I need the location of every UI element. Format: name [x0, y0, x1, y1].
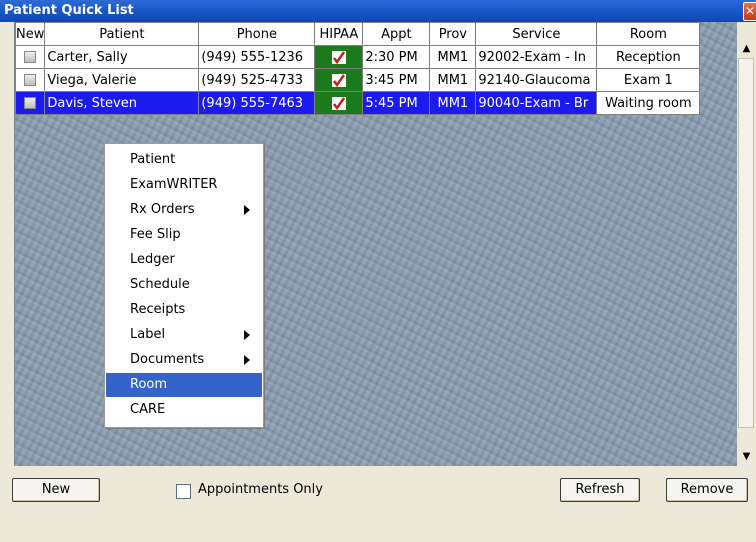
menu-item-schedule[interactable]: Schedule	[106, 273, 262, 297]
menu-item-label: Rx Orders	[130, 202, 195, 217]
arrow-down-icon[interactable]: ▼	[737, 448, 756, 466]
menu-item-care[interactable]: CARE	[106, 398, 262, 422]
appt-cell[interactable]: 2:30 PM	[362, 45, 431, 69]
table-row-selected[interactable]: Davis, Steven (949) 555-7463 5:45 PM MM1…	[15, 91, 701, 115]
column-header-room[interactable]: Room	[596, 22, 701, 46]
appt-cell[interactable]: 3:45 PM	[362, 68, 431, 92]
column-header-appt[interactable]: Appt	[362, 22, 431, 46]
check-icon	[331, 73, 346, 87]
check-icon	[331, 50, 346, 64]
column-header-new[interactable]: New	[15, 22, 46, 46]
chevron-right-icon	[244, 355, 250, 365]
check-icon	[331, 96, 346, 110]
window-title: Patient Quick List	[4, 3, 134, 18]
close-icon[interactable]: ✕	[743, 2, 756, 21]
table-header-row: New Patient Phone HIPAA Appt Prov Servic…	[15, 22, 701, 46]
table-row[interactable]: Viega, Valerie (949) 525-4733 3:45 PM MM…	[15, 68, 701, 92]
title-bar[interactable]: Patient Quick List ✕	[0, 0, 756, 22]
phone-cell[interactable]: (949) 555-1236	[198, 45, 316, 69]
menu-item-fee-slip[interactable]: Fee Slip	[106, 223, 262, 247]
menu-item-label: Label	[130, 327, 166, 342]
refresh-button[interactable]: Refresh	[560, 478, 640, 502]
hipaa-cell[interactable]	[314, 45, 364, 69]
menu-item-label: Patient	[130, 152, 176, 167]
bottom-toolbar: New Appointments Only Refresh Remove	[0, 466, 756, 542]
menu-item-label: Receipts	[130, 302, 186, 317]
column-header-patient[interactable]: Patient	[44, 22, 200, 46]
menu-item-rx-orders[interactable]: Rx Orders	[106, 198, 262, 222]
new-checkbox[interactable]	[24, 74, 37, 86]
room-cell[interactable]: Reception	[596, 45, 701, 69]
column-header-hipaa[interactable]: HIPAA	[314, 22, 364, 46]
menu-item-label: Schedule	[130, 277, 190, 292]
prov-cell[interactable]: MM1	[429, 45, 477, 69]
prov-cell[interactable]: MM1	[429, 91, 477, 115]
service-cell[interactable]: 92002-Exam - In	[475, 45, 598, 69]
arrow-up-icon[interactable]: ▲	[737, 40, 756, 58]
menu-item-receipts[interactable]: Receipts	[106, 298, 262, 322]
hipaa-cell[interactable]	[314, 68, 364, 92]
column-header-service[interactable]: Service	[475, 22, 598, 46]
chevron-right-icon	[244, 330, 250, 340]
appointments-only-label: Appointments Only	[198, 482, 323, 497]
patient-cell[interactable]: Carter, Sally	[44, 45, 200, 69]
service-cell[interactable]: 90040-Exam - Br	[475, 91, 598, 115]
column-header-prov[interactable]: Prov	[429, 22, 477, 46]
patient-table: New Patient Phone HIPAA Appt Prov Servic…	[15, 22, 701, 115]
patient-cell[interactable]: Viega, Valerie	[44, 68, 200, 92]
context-menu: Patient ExamWRITER Rx Orders Fee Slip Le…	[104, 143, 264, 428]
new-button[interactable]: New	[12, 478, 100, 502]
vertical-scrollbar[interactable]: ▲ ▼	[737, 40, 756, 466]
menu-item-documents[interactable]: Documents	[106, 348, 262, 372]
menu-item-label: Ledger	[130, 252, 175, 267]
new-checkbox[interactable]	[24, 97, 37, 109]
chevron-right-icon	[244, 205, 250, 215]
menu-item-ledger[interactable]: Ledger	[106, 248, 262, 272]
patient-cell[interactable]: Davis, Steven	[44, 91, 200, 115]
menu-item-label: Documents	[130, 352, 205, 367]
scroll-thumb[interactable]	[738, 58, 754, 428]
remove-button[interactable]: Remove	[666, 478, 748, 502]
hipaa-cell[interactable]	[314, 91, 364, 115]
room-cell[interactable]: Exam 1	[596, 68, 701, 92]
phone-cell[interactable]: (949) 525-4733	[198, 68, 316, 92]
new-cell[interactable]	[15, 45, 46, 69]
column-header-phone[interactable]: Phone	[198, 22, 316, 46]
menu-item-examwriter[interactable]: ExamWRITER	[106, 173, 262, 197]
new-checkbox[interactable]	[24, 51, 37, 63]
menu-item-label: Fee Slip	[130, 227, 181, 242]
menu-item-label: Room	[130, 377, 168, 392]
phone-cell[interactable]: (949) 555-7463	[198, 91, 316, 115]
room-cell[interactable]: Waiting room	[596, 91, 701, 115]
appt-cell[interactable]: 5:45 PM	[362, 91, 431, 115]
menu-item-label: ExamWRITER	[130, 177, 218, 192]
menu-item-patient[interactable]: Patient	[106, 148, 262, 172]
menu-item-label-submenu[interactable]: Label	[106, 323, 262, 347]
table-row[interactable]: Carter, Sally (949) 555-1236 2:30 PM MM1…	[15, 45, 701, 69]
checkbox-box[interactable]	[176, 484, 191, 499]
new-cell[interactable]	[15, 68, 46, 92]
prov-cell[interactable]: MM1	[429, 68, 477, 92]
new-cell[interactable]	[15, 91, 46, 115]
menu-item-label: CARE	[130, 402, 166, 417]
service-cell[interactable]: 92140-Glaucoma	[475, 68, 598, 92]
menu-item-room[interactable]: Room	[106, 373, 262, 397]
